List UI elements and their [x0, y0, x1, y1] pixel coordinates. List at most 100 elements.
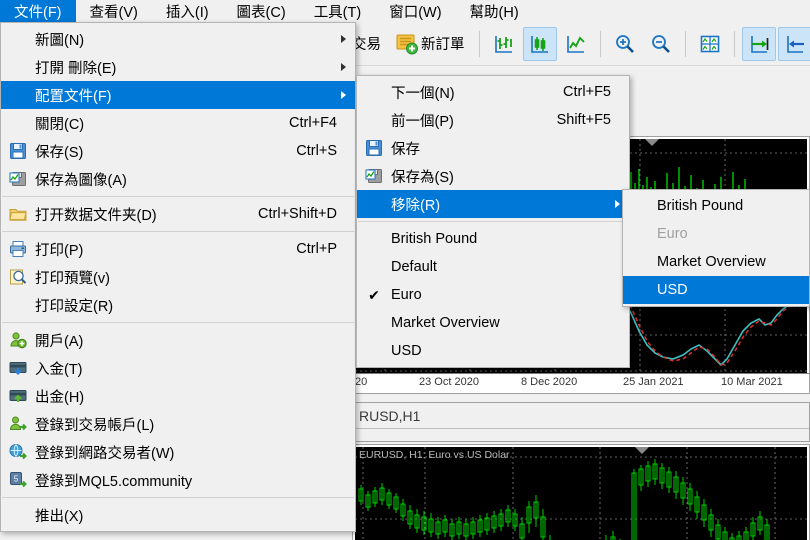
menu-item-label: 打開 刪除(E) [35, 60, 117, 77]
menu-item[interactable]: ✔ Euro [357, 281, 629, 309]
menu-item-label: 入金(T) [35, 361, 83, 378]
login-trade-account-icon [1, 411, 35, 437]
menubar-item-window[interactable]: 窗口(W) [375, 0, 455, 22]
chart-window-middle[interactable]: RUSD,H1 [352, 402, 810, 442]
menu-item[interactable]: 5 登錄到MQL5.community [1, 466, 355, 494]
menu-icon-slot [623, 221, 657, 247]
menu-item-label: 出金(H) [35, 389, 85, 406]
menu-item[interactable]: 入金(T) [1, 354, 355, 382]
menubar-item-help[interactable]: 幫助(H) [456, 0, 533, 22]
chart-window-bottom[interactable]: EURUSD, H1: Euro vs US Dolar [352, 444, 810, 540]
menu-item-label: 下一個(N) [391, 85, 455, 102]
menu-item-label: 關閉(C) [35, 116, 85, 133]
menu-separator [2, 196, 354, 197]
menu-item[interactable]: 保存 [357, 134, 629, 162]
menu-item[interactable]: 推出(X) [1, 501, 355, 529]
toolbar-trade-label: 交易 [352, 37, 381, 53]
chart-scroll-marker-bottom[interactable] [635, 447, 649, 454]
menu-item[interactable]: 打印預覽(v) [1, 263, 355, 291]
menu-item[interactable]: USD [357, 337, 629, 365]
tile-windows-button[interactable] [693, 27, 727, 61]
menu-item-shortcut: Ctrl+P [296, 241, 337, 257]
bar-chart-button[interactable] [487, 27, 521, 61]
menu-item[interactable]: 打印設定(R) [1, 291, 355, 319]
menu-icon-slot [623, 249, 657, 275]
menu-icon-slot [357, 254, 391, 280]
checkmark-icon: ✔ [368, 286, 380, 303]
menubar-item-insert[interactable]: 插入(I) [152, 0, 223, 22]
menu-item[interactable]: British Pound [357, 225, 629, 253]
menu-item[interactable]: 前一個(P) Shift+F5 [357, 106, 629, 134]
menu-item[interactable]: 關閉(C) Ctrl+F4 [1, 109, 355, 137]
menu-item[interactable]: 打印(P) Ctrl+P [1, 235, 355, 263]
zoom-in-button[interactable] [608, 27, 642, 61]
menubar-item-view[interactable]: 查看(V) [76, 0, 152, 22]
save-icon [1, 138, 35, 164]
menu-item[interactable]: 打开数据文件夹(D) Ctrl+Shift+D [1, 200, 355, 228]
menu-item[interactable]: USD [623, 276, 809, 304]
menubar-item-tools[interactable]: 工具(T) [300, 0, 376, 22]
remove-submenu: British Pound Euro Market Overview USD [622, 189, 810, 307]
profiles-submenu: 下一個(N) Ctrl+F5 前一個(P) Shift+F5 保存保存為(S) 移除(R)… [356, 75, 630, 368]
menu-item-label: 打开数据文件夹(D) [35, 207, 157, 224]
candlestick-chart-button[interactable] [522, 26, 557, 61]
menu-item[interactable]: 配置文件(F) [1, 81, 355, 109]
scroll-to-end-button[interactable] [741, 26, 776, 61]
withdraw-icon [1, 383, 35, 409]
menubar-item-file[interactable]: 文件(F) [0, 0, 76, 22]
menu-item-label: 移除(R) [391, 197, 441, 214]
file-menu: 新圖(N) 打開 刪除(E) 配置文件(F) 關閉(C) Ctrl+F4 保存(S) Ctr… [0, 22, 356, 532]
chart-scroll-marker-top[interactable] [645, 139, 659, 146]
zoom-out-button[interactable] [644, 27, 678, 61]
menu-item[interactable]: British Pound [623, 192, 809, 220]
menu-item-label: British Pound [391, 231, 478, 247]
login-web-trader-icon [1, 439, 35, 465]
chart-canvas-bottom[interactable]: EURUSD, H1: Euro vs US Dolar [355, 447, 807, 540]
menu-icon-slot [1, 502, 35, 528]
menu-item[interactable]: 移除(R) [357, 190, 629, 218]
menu-item[interactable]: Market Overview [623, 248, 809, 276]
menu-item[interactable]: 登錄到交易帳戶(L) [1, 410, 355, 438]
menu-item[interactable]: 保存(S) Ctrl+S [1, 137, 355, 165]
menu-item-label: 登錄到MQL5.community [35, 473, 193, 490]
new-order-label: 新訂單 [421, 37, 465, 53]
menu-item[interactable]: Market Overview [357, 309, 629, 337]
menu-item[interactable]: 登錄到網路交易者(W) [1, 438, 355, 466]
menu-item-label: USD [657, 282, 688, 298]
menu-item-label: 保存為(S) [391, 169, 454, 186]
chart-axis-labels-top: 20 23 Oct 2020 8 Dec 2020 25 Jan 2021 10… [353, 373, 809, 391]
axis-tick-label: 10 Mar 2021 [721, 376, 783, 388]
new-order-icon [395, 32, 419, 56]
chart-window-middle-titlebar[interactable]: RUSD,H1 [353, 403, 809, 429]
auto-scroll-button[interactable] [777, 26, 810, 61]
menubar-item-charts[interactable]: 圖表(C) [223, 0, 300, 22]
menu-item[interactable]: 保存為圖像(A) [1, 165, 355, 193]
menu-item[interactable]: 打開 刪除(E) [1, 53, 355, 81]
menu-icon-slot [1, 26, 35, 52]
menu-item[interactable]: 開戶(A) [1, 326, 355, 354]
toolbar-separator [478, 30, 480, 57]
menubar-item-label: 圖表(C) [236, 4, 286, 21]
menu-item-label: USD [391, 343, 422, 359]
menu-icon-slot [357, 338, 391, 364]
menu-item-label: 新圖(N) [35, 32, 85, 49]
chart-title-bottom: EURUSD, H1: Euro vs US Dolar [359, 449, 510, 461]
menubar-item-label: 窗口(W) [389, 4, 442, 21]
menu-item[interactable]: Default [357, 253, 629, 281]
menu-item[interactable]: 出金(H) [1, 382, 355, 410]
line-chart-button[interactable] [559, 27, 593, 61]
menu-item[interactable]: Euro [623, 220, 809, 248]
menu-item-label: 保存 [391, 141, 420, 158]
menu-item[interactable]: 新圖(N) [1, 25, 355, 53]
menu-separator [358, 221, 628, 222]
new-order-button[interactable]: 新訂單 [393, 27, 467, 61]
submenu-arrow-icon [615, 200, 620, 208]
axis-tick-label: 20 [355, 376, 368, 388]
folder-icon [1, 201, 35, 227]
axis-tick-label: 25 Jan 2021 [623, 376, 684, 388]
menu-item[interactable]: 下一個(N) Ctrl+F5 [357, 78, 629, 106]
menu-item-shortcut: Ctrl+Shift+D [258, 206, 337, 222]
menu-item[interactable]: 保存為(S) [357, 162, 629, 190]
menu-icon-slot [357, 107, 391, 133]
menubar-item-label: 文件(F) [14, 4, 62, 21]
